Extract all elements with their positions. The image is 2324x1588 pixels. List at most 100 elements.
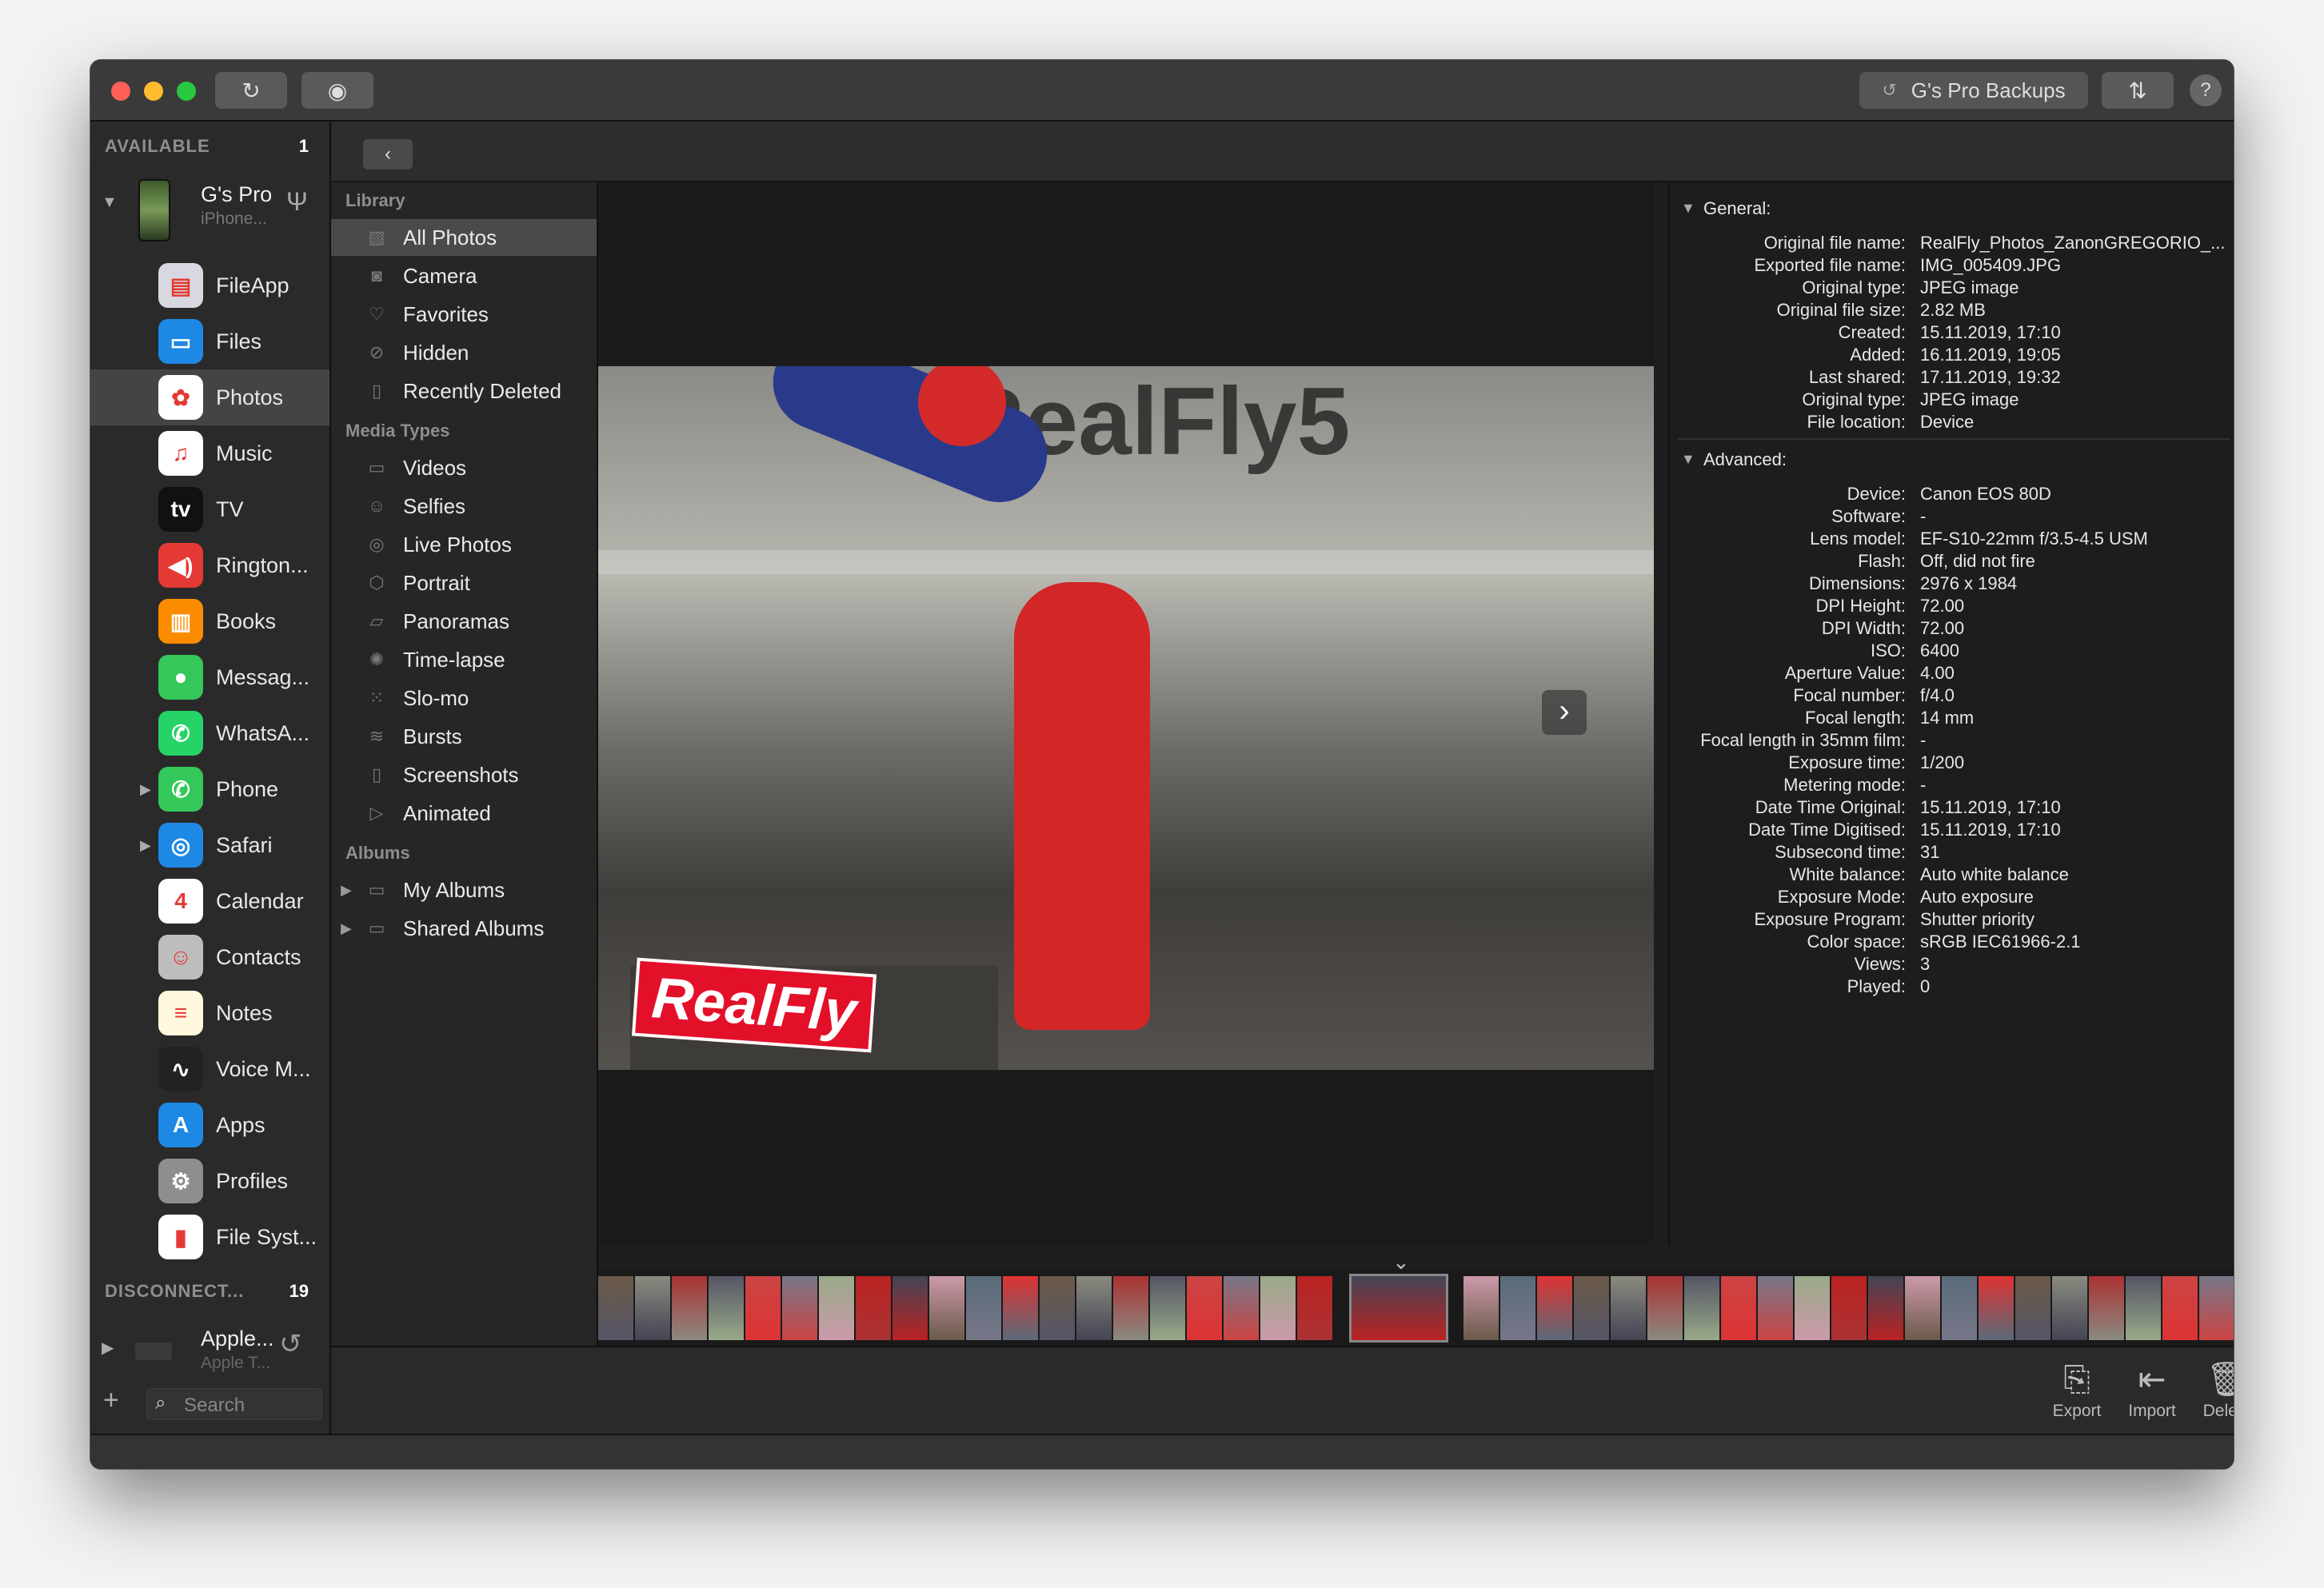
filmstrip-thumbnail[interactable] (1500, 1275, 1535, 1340)
filmstrip-thumbnail[interactable] (1611, 1275, 1646, 1340)
library-item-portrait[interactable]: ⬡ Portrait (331, 565, 597, 601)
disclosure-right-icon[interactable]: ▶ (341, 920, 352, 937)
general-disclosure-icon[interactable]: ▼ (1681, 200, 1695, 217)
filmstrip-thumbnail[interactable] (1758, 1275, 1793, 1340)
filmstrip-thumbnail[interactable] (1297, 1275, 1332, 1340)
library-item-animated[interactable]: ▷ Animated (331, 795, 597, 832)
sidebar-item-tv[interactable]: tv TV (90, 481, 329, 537)
sidebar-item-safari[interactable]: ▶ ◎ Safari (90, 817, 329, 873)
advanced-section-title[interactable]: Advanced: (1703, 449, 1787, 470)
next-photo-button[interactable]: › (1542, 690, 1587, 735)
filmstrip-thumbnail[interactable] (2052, 1275, 2087, 1340)
info-value[interactable]: 6400 (1920, 640, 1959, 661)
info-value[interactable]: RealFly_Photos_ZanonGREGORIO_... (1920, 233, 2226, 253)
info-value[interactable]: 15.11.2019, 17:10 (1920, 322, 2061, 343)
filmstrip-thumbnail[interactable] (1868, 1275, 1903, 1340)
refresh-button[interactable]: ↻ (215, 72, 287, 109)
filmstrip-thumbnail[interactable] (1905, 1275, 1940, 1340)
info-value[interactable]: - (1920, 506, 1926, 527)
filmstrip-thumbnail[interactable] (1795, 1275, 1830, 1340)
info-value[interactable]: JPEG image (1920, 389, 2019, 410)
info-value[interactable]: 15.11.2019, 17:10 (1920, 797, 2061, 818)
filmstrip-thumbnail[interactable] (1260, 1275, 1296, 1340)
filmstrip-thumbnail[interactable] (929, 1275, 964, 1340)
sidebar-item-fileapp[interactable]: ▤ FileApp (90, 257, 329, 313)
disconnected-device-row[interactable]: ▶ Apple... Apple T... ↺ (90, 1317, 329, 1373)
info-value[interactable]: - (1920, 775, 1926, 796)
filmstrip-thumbnail[interactable] (709, 1275, 744, 1340)
sidebar-item-contacts[interactable]: ☺ Contacts (90, 929, 329, 985)
library-item-slo-mo[interactable]: ⁙ Slo-mo (331, 680, 597, 716)
sidebar-item-calendar[interactable]: 4 Calendar (90, 873, 329, 929)
library-item-live-photos[interactable]: ◎ Live Photos (331, 526, 597, 563)
filmstrip-thumbnail[interactable] (635, 1275, 670, 1340)
filmstrip-thumbnail[interactable] (2199, 1275, 2234, 1340)
info-value[interactable]: 4.00 (1920, 663, 1955, 684)
info-value[interactable]: 72.00 (1920, 618, 1964, 639)
sidebar-item-whatsapp[interactable]: ✆ WhatsA... (90, 705, 329, 761)
help-button[interactable]: ? (2190, 74, 2222, 106)
library-item-favorites[interactable]: ♡ Favorites (331, 296, 597, 333)
sidebar-item-music[interactable]: ♫ Music (90, 425, 329, 481)
filmstrip-thumbnail[interactable] (2126, 1275, 2161, 1340)
info-value[interactable]: Device (1920, 412, 1974, 433)
filmstrip-thumbnail[interactable] (1349, 1273, 1448, 1343)
info-value[interactable]: 0 (1920, 976, 1930, 997)
filmstrip-thumbnail[interactable] (856, 1275, 891, 1340)
disclosure-right-icon[interactable]: ▶ (140, 837, 151, 854)
info-value[interactable]: 2.82 MB (1920, 300, 1986, 321)
info-value[interactable]: Auto white balance (1920, 864, 2069, 885)
export-button[interactable]: ⎘ Export (2041, 1357, 2113, 1421)
disclosure-right-icon[interactable]: ▶ (140, 781, 151, 798)
filmstrip[interactable] (598, 1270, 2234, 1346)
filmstrip-thumbnail[interactable] (2015, 1275, 2050, 1340)
filmstrip-thumbnail[interactable] (2162, 1275, 2198, 1340)
sidebar-item-phone[interactable]: ▶ ✆ Phone (90, 761, 329, 817)
sidebar-item-voice-memos[interactable]: ∿ Voice M... (90, 1041, 329, 1097)
minimize-button[interactable] (144, 82, 163, 101)
filmstrip-thumbnail[interactable] (2089, 1275, 2124, 1340)
library-item-all-photos[interactable]: ▨ All Photos (331, 219, 597, 256)
filmstrip-thumbnail[interactable] (966, 1275, 1001, 1340)
filmstrip-thumbnail[interactable] (1040, 1275, 1075, 1340)
info-value[interactable]: 2976 x 1984 (1920, 573, 2017, 594)
sidebar-item-file-system[interactable]: ▮ File Syst... (90, 1209, 329, 1265)
filmstrip-thumbnail[interactable] (1187, 1275, 1222, 1340)
filmstrip-thumbnail[interactable] (1979, 1275, 2014, 1340)
info-value[interactable]: sRGB IEC61966-2.1 (1920, 932, 2081, 952)
filmstrip-thumbnail[interactable] (1684, 1275, 1719, 1340)
sidebar-item-notes[interactable]: ≡ Notes (90, 985, 329, 1041)
filmstrip-thumbnail[interactable] (1942, 1275, 1977, 1340)
info-value[interactable]: f/4.0 (1920, 685, 1955, 706)
transfer-button[interactable]: ⇅ (2102, 72, 2174, 109)
preview-button[interactable]: ◉ (301, 72, 373, 109)
general-section-title[interactable]: General: (1703, 198, 1771, 219)
filmstrip-thumbnail[interactable] (745, 1275, 781, 1340)
info-value[interactable]: JPEG image (1920, 277, 2019, 298)
sidebar-item-profiles[interactable]: ⚙ Profiles (90, 1153, 329, 1209)
filmstrip-thumbnail[interactable] (1463, 1275, 1499, 1340)
filmstrip-thumbnail[interactable] (1076, 1275, 1112, 1340)
zoom-button[interactable] (177, 82, 196, 101)
library-item-screenshots[interactable]: ▯ Screenshots (331, 756, 597, 793)
library-item-camera[interactable]: ◙ Camera (331, 257, 597, 294)
info-value[interactable]: 14 mm (1920, 708, 1974, 728)
filmstrip-thumbnail[interactable] (782, 1275, 817, 1340)
filmstrip-thumbnail[interactable] (1647, 1275, 1683, 1340)
info-value[interactable]: 15.11.2019, 17:10 (1920, 820, 2061, 840)
library-item-shared-albums[interactable]: ▶ ▭ Shared Albums (331, 910, 597, 947)
filmstrip-thumbnail[interactable] (1113, 1275, 1148, 1340)
filmstrip-thumbnail[interactable] (1721, 1275, 1756, 1340)
filmstrip-thumbnail[interactable] (1150, 1275, 1185, 1340)
disclosure-down-icon[interactable]: ▼ (102, 194, 118, 212)
info-value[interactable]: 17.11.2019, 19:32 (1920, 367, 2061, 388)
library-item-time-lapse[interactable]: ✺ Time-lapse (331, 641, 597, 678)
sidebar-item-messages[interactable]: ● Messag... (90, 649, 329, 705)
advanced-disclosure-icon[interactable]: ▼ (1681, 451, 1695, 468)
close-button[interactable] (111, 82, 130, 101)
sidebar-item-photos[interactable]: ✿ Photos (90, 369, 329, 425)
filmstrip-thumbnail[interactable] (598, 1275, 633, 1340)
info-value[interactable]: EF-S10-22mm f/3.5-4.5 USM (1920, 529, 2148, 549)
device-row[interactable]: ▼ G's Pro iPhone... Ψ (90, 170, 329, 241)
library-item-recently-deleted[interactable]: ▯ Recently Deleted (331, 373, 597, 409)
